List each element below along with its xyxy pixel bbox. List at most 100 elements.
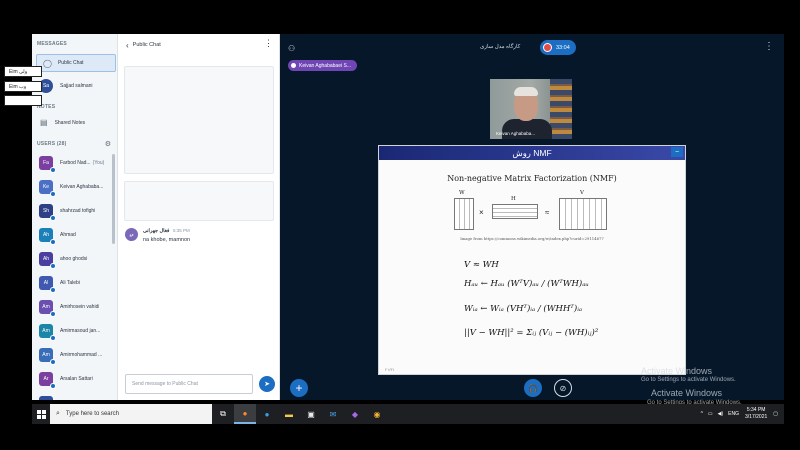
language-indicator[interactable]: ENG <box>728 411 739 417</box>
volume-icon[interactable]: ◀) <box>718 411 724 417</box>
gear-icon[interactable]: ⚙ <box>105 140 111 148</box>
send-button[interactable]: ➤ <box>259 376 275 392</box>
avatar: Fa <box>39 156 56 173</box>
file-explorer-icon[interactable]: ▬ <box>278 404 300 424</box>
camera-button[interactable]: ⊘ <box>554 379 572 397</box>
taskbar-clock[interactable]: 5:34 PM 3/17/2021 <box>745 407 767 421</box>
activate-windows-title: Activate Windows <box>651 388 723 398</box>
user-list-item[interactable]: AzAzam Arabzadeh <box>32 396 117 400</box>
user-name: Keivan Aghababa... <box>60 184 104 190</box>
user-name: shahrzad tofighi <box>60 208 96 214</box>
task-view-icon[interactable]: ⧉ <box>212 404 234 424</box>
audio-status-icon <box>50 287 56 293</box>
person-image <box>502 119 552 139</box>
actions-plus-button[interactable]: + <box>290 379 308 397</box>
presentation-area: ⚇ کارگاه مدل سازی 33:04 ⋮ Keivan Aghabab… <box>280 34 784 406</box>
notifications-icon[interactable]: ▢ <box>773 411 778 417</box>
user-name: Amirhosein vahidi <box>60 304 100 310</box>
equation-1: V ≈ WH <box>464 260 499 270</box>
taskbar-search-input[interactable]: ⌕ Type here to search <box>50 404 212 424</box>
avatar: Ke <box>39 180 56 197</box>
options-menu-icon[interactable]: ⋮ <box>764 42 774 52</box>
user-list-item[interactable]: Am Amirmasoud jan... <box>32 324 117 341</box>
firefox-icon[interactable]: ● <box>234 404 256 424</box>
user-list-item[interactable]: Sh shahrzad tofighi <box>32 204 117 221</box>
user-list-item[interactable]: Al Ali Talebi <box>32 276 117 293</box>
messages-section-title: MESSAGES <box>37 41 67 47</box>
you-label: (You) <box>92 160 105 166</box>
webcam-video[interactable]: Keivan Aghababa... <box>490 79 572 139</box>
record-icon <box>543 43 552 52</box>
chrome-icon[interactable]: ◉ <box>366 404 388 424</box>
audio-status-icon <box>50 311 56 317</box>
message-author: فغال جهرانی <box>143 228 170 234</box>
audio-status-icon <box>50 167 56 173</box>
avatar: Sh <box>39 204 56 221</box>
conference-title: کارگاه مدل سازی <box>480 44 521 50</box>
bigbluebutton-app: MESSAGES ◯ Public Chat Sa Sajjad salmani… <box>32 34 784 406</box>
equation-2: Hₐᵤ ← Hₐᵤ (WᵀV)ₐᵤ / (WᵀWH)ₐᵤ <box>464 279 589 289</box>
audio-status-icon <box>50 383 56 389</box>
clock-time: 5:34 PM <box>746 407 766 413</box>
audio-status-icon <box>50 239 56 245</box>
shared-notes-item[interactable]: ▤ Shared Notes <box>32 118 117 127</box>
user-list-item[interactable]: Fa Farbod Nad... (You) <box>32 156 117 173</box>
chevron-up-icon[interactable]: ^ <box>701 411 703 417</box>
avatar: فع <box>125 228 138 241</box>
user-list-item[interactable]: Ke Keivan Aghababa... <box>32 180 117 197</box>
floating-window-1[interactable]: Eim ولی <box>4 66 42 77</box>
matrix-h-label: H <box>511 196 516 202</box>
private-chat-item[interactable]: Sa Sajjad salmani <box>32 79 117 93</box>
avatar: Am <box>39 348 56 365</box>
recording-timer[interactable]: 33:04 <box>540 40 576 55</box>
message-text: na khobe, mamnon <box>143 237 191 243</box>
plus-icon: + <box>295 381 303 395</box>
presenter-name: Keivan Aghababaei S... <box>299 62 351 69</box>
avatar: Ah <box>39 252 56 269</box>
audio-status-icon <box>50 191 56 197</box>
network-icon[interactable]: ▭ <box>708 411 713 417</box>
minimize-presentation-button[interactable]: − <box>671 147 683 157</box>
shared-notes-label: Shared Notes <box>54 119 86 126</box>
user-list-item[interactable]: Ah Ahmad <box>32 228 117 245</box>
search-placeholder: Type here to search <box>65 411 119 417</box>
avatar: Ah <box>39 228 56 245</box>
equation-4: ||V − WH||² = Σᵢⱼ (Vᵢⱼ − (WH)ᵢⱼ)² <box>464 328 599 338</box>
public-chat-nav-item[interactable]: ◯ Public Chat <box>36 54 116 72</box>
avatar: Ar <box>39 372 56 389</box>
edge-icon[interactable]: ● <box>256 404 278 424</box>
matrix-w-label: W <box>459 190 465 196</box>
mail-icon[interactable]: ✉ <box>322 404 344 424</box>
slide-heading: Non-negative Matrix Factorization (NMF) <box>447 174 617 183</box>
webcam-caption: Keivan Aghababa... <box>496 131 536 136</box>
user-name: ahoo ghodsi <box>60 256 88 262</box>
user-list-panel: MESSAGES ◯ Public Chat Sa Sajjad salmani… <box>32 34 118 400</box>
user-list-item[interactable]: Am Amirmohammad ... <box>32 348 117 365</box>
timer-value: 33:04 <box>556 44 570 51</box>
audio-status-icon <box>50 263 56 269</box>
chat-options-icon[interactable]: ⋮ <box>264 39 273 48</box>
activate-windows-subtitle: Go to Settings to activate Windows. <box>641 377 736 383</box>
chat-header[interactable]: ‹ Public Chat <box>118 34 279 56</box>
user-list-item[interactable]: Ar Arsalan Sattari <box>32 372 117 389</box>
message-time: 5:35 PM <box>173 228 190 233</box>
avatar: Am <box>39 324 56 341</box>
activate-windows-title: Activate Windows <box>641 366 713 376</box>
audio-button[interactable]: 🎧 <box>524 379 542 397</box>
chat-message-input[interactable]: Send message to Public Chat <box>125 374 253 394</box>
visual-studio-icon[interactable]: ◆ <box>344 404 366 424</box>
start-button[interactable] <box>32 404 50 424</box>
user-list-item[interactable]: Ah ahoo ghodsi <box>32 252 117 269</box>
floating-window-2[interactable]: Eim وب <box>4 81 42 92</box>
user-name: Arsalan Sattari <box>60 376 93 382</box>
user-list-item[interactable]: Am Amirhosein vahidi <box>32 300 117 317</box>
clock-date: 3/17/2021 <box>745 414 768 420</box>
user-name: Farbod Nad... (You) <box>60 160 105 166</box>
system-tray: ^ ▭ ◀) ENG 5:34 PM 3/17/2021 ▢ <box>701 404 778 424</box>
floating-window-3[interactable] <box>4 95 42 106</box>
store-icon[interactable]: ▣ <box>300 404 322 424</box>
approx-symbol: ≈ <box>545 208 550 217</box>
users-toggle-icon[interactable]: ⚇ <box>288 44 295 53</box>
times-symbol: × <box>479 208 484 217</box>
chevron-left-icon[interactable]: ‹ <box>126 41 129 50</box>
